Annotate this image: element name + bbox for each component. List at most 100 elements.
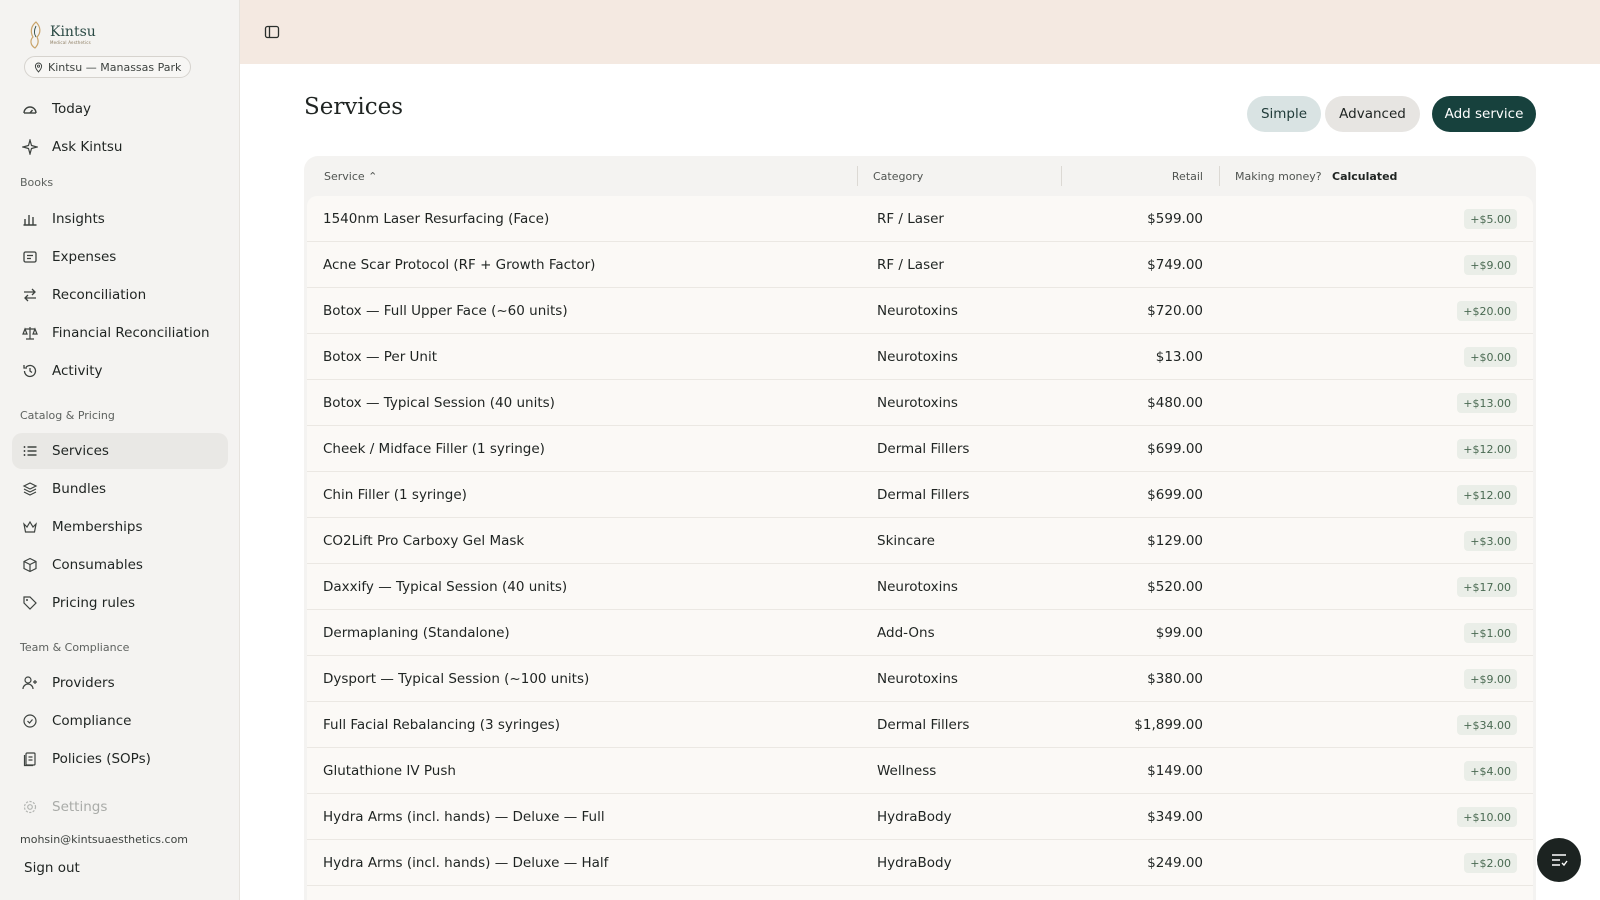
margin-badge: +$9.00 <box>1464 669 1517 689</box>
service-name-cell: Botox — Per Unit <box>323 349 438 365</box>
nav-item-settings[interactable]: Settings <box>12 789 228 825</box>
column-header-retail[interactable]: Retail <box>1172 170 1203 183</box>
category-cell: Neurotoxins <box>877 303 958 319</box>
service-name-cell: Chin Filler (1 syringe) <box>323 487 467 503</box>
category-cell: Dermal Fillers <box>877 717 970 733</box>
sign-out-link[interactable]: Sign out <box>24 860 80 876</box>
nav-label: Bundles <box>52 481 107 497</box>
calculated-toggle[interactable]: Calculated <box>1332 170 1397 183</box>
nav-item-activity[interactable]: Activity <box>12 353 228 389</box>
category-cell: RF / Laser <box>877 211 944 227</box>
category-cell: Dermal Fillers <box>877 487 970 503</box>
table-row[interactable]: Acne Scar Protocol (RF + Growth Factor) R… <box>307 242 1533 288</box>
margin-badge: +$3.00 <box>1464 531 1517 551</box>
nav-item-expenses[interactable]: Expenses <box>12 239 228 275</box>
service-name-cell: Daxxify — Typical Session (40 units) <box>323 579 568 595</box>
nav-item-pricing-rules[interactable]: Pricing rules <box>12 585 228 621</box>
service-name-cell: Dermaplaning (Standalone) <box>323 625 510 641</box>
nav-item-consumables[interactable]: Consumables <box>12 547 228 583</box>
sparkle-icon <box>22 139 38 155</box>
category-cell: Neurotoxins <box>877 579 958 595</box>
column-header-making-money[interactable]: Making money? <box>1235 170 1322 183</box>
margin-badge: +$5.00 <box>1464 209 1517 229</box>
crown-icon <box>22 519 38 535</box>
nav-label: Reconciliation <box>52 287 147 303</box>
location-selector[interactable]: Kintsu — Manassas Park <box>24 56 192 78</box>
service-name-cell: Full Facial Rebalancing (3 syringes) <box>323 717 560 733</box>
category-cell: HydraBody <box>877 855 952 871</box>
sidebar-toggle-icon[interactable] <box>264 24 280 40</box>
margin-badge: +$10.00 <box>1457 807 1517 827</box>
simple-view-button[interactable]: Simple <box>1247 96 1321 132</box>
retail-price-cell: $349.00 <box>1147 809 1203 825</box>
table-row[interactable]: Dysport — Typical Session (~100 units) Ne… <box>307 656 1533 702</box>
brand-name: Kintsu <box>50 24 96 40</box>
document-stack-icon <box>22 751 38 767</box>
nav-item-compliance[interactable]: Compliance <box>12 703 228 739</box>
table-row[interactable]: Daxxify — Typical Session (40 units) Neur… <box>307 564 1533 610</box>
margin-badge: +$4.00 <box>1464 761 1517 781</box>
margin-badge: +$0.00 <box>1464 347 1517 367</box>
check-badge-icon <box>22 713 38 729</box>
column-divider <box>1061 166 1062 186</box>
kintsu-logo-icon <box>30 21 41 49</box>
layers-icon <box>22 481 38 497</box>
service-name-cell: Cheek / Midface Filler (1 syringe) <box>323 441 545 457</box>
retail-price-cell: $13.00 <box>1155 349 1203 365</box>
column-header-label: Service <box>324 170 365 183</box>
retail-price-cell: $699.00 <box>1147 487 1203 503</box>
table-row[interactable]: Dermaplaning (Standalone) Add-Ons $99.00 +$… <box>307 610 1533 656</box>
table-row[interactable]: Botox — Full Upper Face (~60 units) Neuro… <box>307 288 1533 334</box>
service-name-cell: 1540nm Laser Resurfacing (Face) <box>323 211 550 227</box>
nav-label: Ask Kintsu <box>52 139 123 155</box>
margin-badge: +$34.00 <box>1457 715 1517 735</box>
brand-logo[interactable]: Kintsu Medical Aesthetics <box>26 20 96 50</box>
section-label-team: Team & Compliance <box>20 641 130 654</box>
retail-price-cell: $749.00 <box>1147 257 1203 273</box>
table-row[interactable]: Cheek / Midface Filler (1 syringe) Dermal… <box>307 426 1533 472</box>
retail-price-cell: $99.00 <box>1155 625 1203 641</box>
map-pin-icon <box>34 62 43 73</box>
nav-item-bundles[interactable]: Bundles <box>12 471 228 507</box>
table-row[interactable]: Glutathione IV Push Wellness $149.00 +$4.00 <box>307 748 1533 794</box>
category-cell: HydraBody <box>877 809 952 825</box>
table-row[interactable]: Botox — Typical Session (40 units) Neurot… <box>307 380 1533 426</box>
nav-item-services[interactable]: Services <box>12 433 228 469</box>
nav-label: Financial Reconciliation <box>52 325 210 341</box>
nav-label: Compliance <box>52 713 132 729</box>
table-row[interactable]: Chin Filler (1 syringe) Dermal Fillers $69… <box>307 472 1533 518</box>
table-row[interactable]: 1540nm Laser Resurfacing (Face) RF / Lase… <box>307 196 1533 242</box>
service-name-cell: Botox — Full Upper Face (~60 units) <box>323 303 568 319</box>
nav-label: Expenses <box>52 249 117 265</box>
retail-price-cell: $480.00 <box>1147 395 1203 411</box>
nav-item-providers[interactable]: Providers <box>12 665 228 701</box>
table-row[interactable]: Botox — Per Unit Neurotoxins $13.00 +$0.00 <box>307 334 1533 380</box>
margin-badge: +$17.00 <box>1457 577 1517 597</box>
nav-item-memberships[interactable]: Memberships <box>12 509 228 545</box>
margin-badge: +$13.00 <box>1457 393 1517 413</box>
service-name-cell: Botox — Typical Session (40 units) <box>323 395 555 411</box>
service-name-cell: Dysport — Typical Session (~100 units) <box>323 671 590 687</box>
services-table: Service ⌃ Category Retail Making money? … <box>304 156 1536 900</box>
nav-item-insights[interactable]: Insights <box>12 201 228 237</box>
table-row[interactable]: Hydra Arms (incl. hands) — Deluxe — Half… <box>307 840 1533 886</box>
nav-label: Memberships <box>52 519 143 535</box>
table-row[interactable] <box>307 886 1533 900</box>
table-row[interactable]: Full Facial Rebalancing (3 syringes) Derm… <box>307 702 1533 748</box>
nav-label: Policies (SOPs) <box>52 751 151 767</box>
category-cell: Dermal Fillers <box>877 441 970 457</box>
tag-icon <box>22 595 38 611</box>
nav-item-reconciliation[interactable]: Reconciliation <box>12 277 228 313</box>
advanced-view-button[interactable]: Advanced <box>1325 96 1420 132</box>
table-row[interactable]: CO2Lift Pro Carboxy Gel Mask Skincare $129… <box>307 518 1533 564</box>
nav-item-today[interactable]: Today <box>12 91 228 127</box>
nav-item-ask-kintsu[interactable]: Ask Kintsu <box>12 129 228 165</box>
category-cell: RF / Laser <box>877 257 944 273</box>
nav-item-financial-reconciliation[interactable]: Financial Reconciliation <box>12 315 228 351</box>
column-header-service[interactable]: Service ⌃ <box>324 170 377 183</box>
column-header-category[interactable]: Category <box>873 170 923 183</box>
filter-fab-button[interactable] <box>1537 838 1581 882</box>
nav-item-policies[interactable]: Policies (SOPs) <box>12 741 228 777</box>
add-service-button[interactable]: Add service <box>1432 96 1536 132</box>
table-row[interactable]: Hydra Arms (incl. hands) — Deluxe — Full… <box>307 794 1533 840</box>
